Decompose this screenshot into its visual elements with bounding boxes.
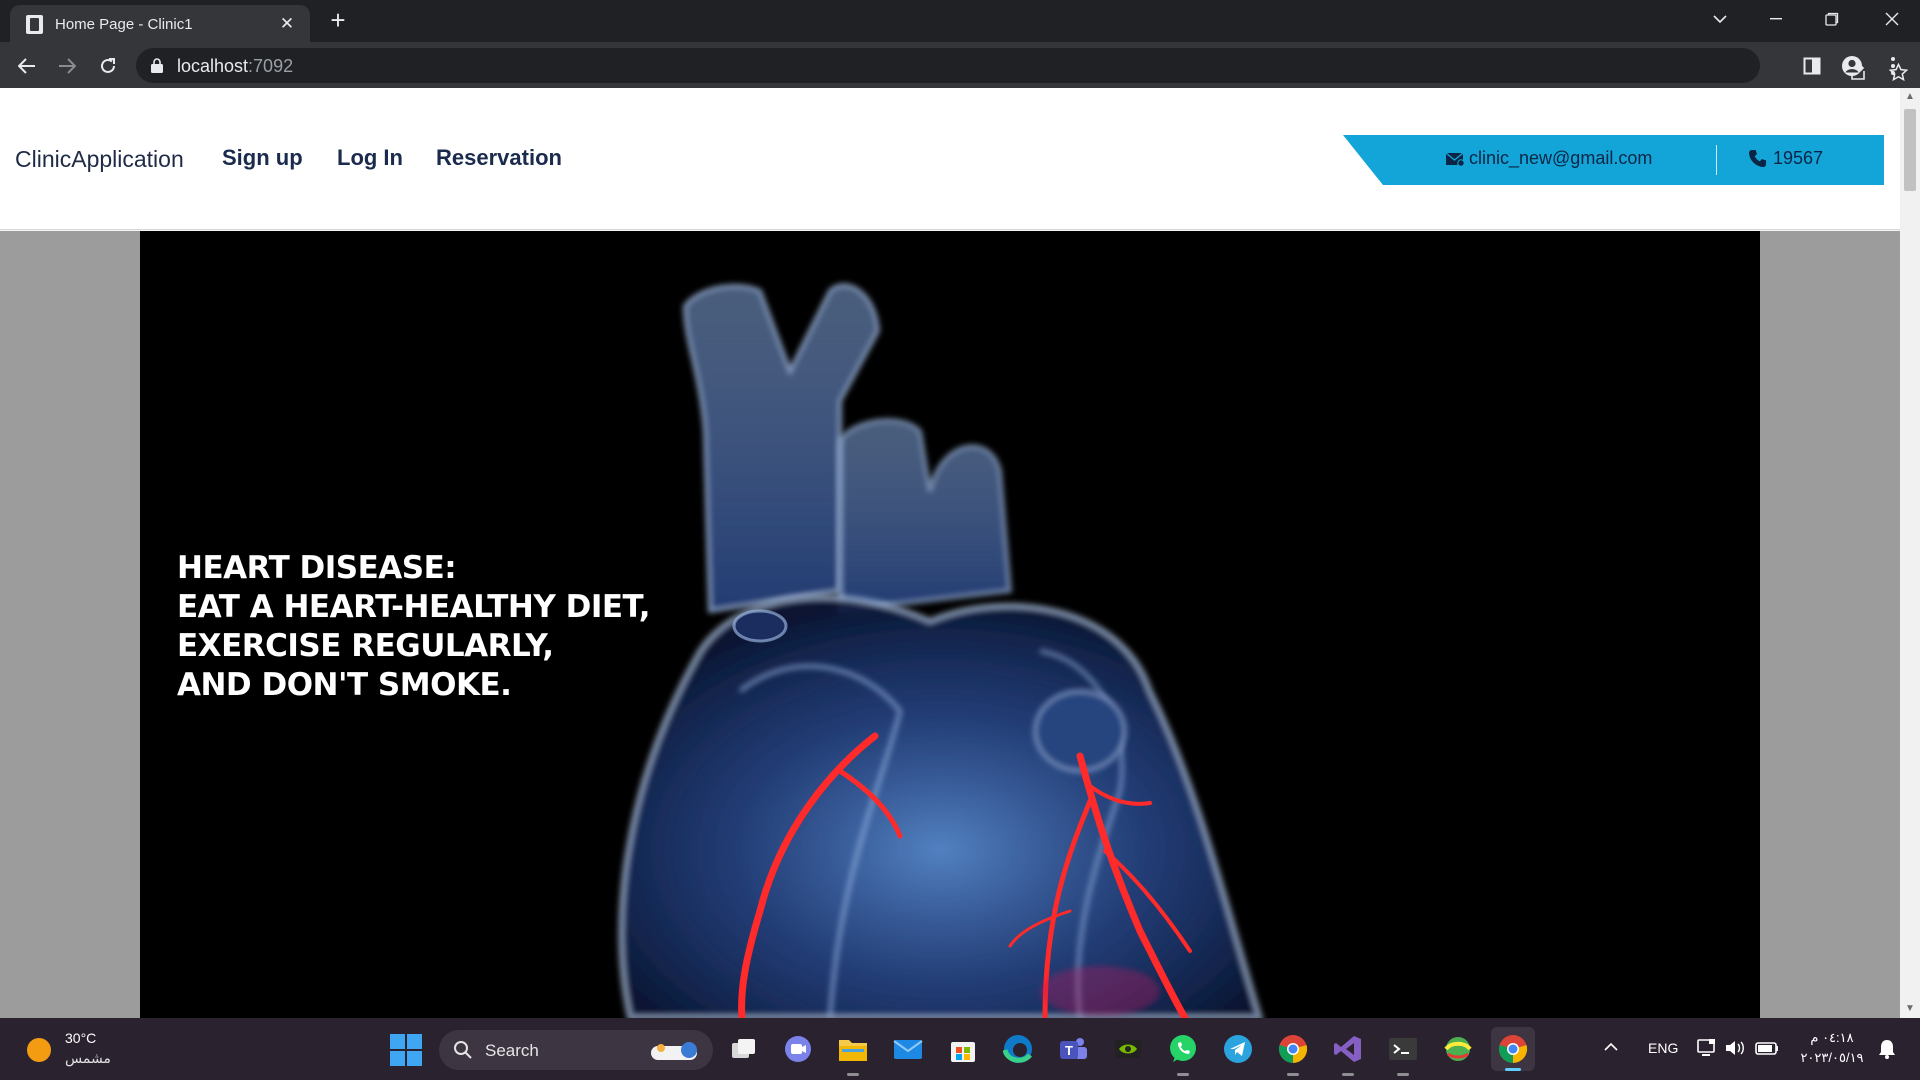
profile-avatar-icon[interactable]: [1835, 49, 1869, 83]
svg-text:T: T: [1065, 1043, 1073, 1058]
contact-phone-text: 19567: [1773, 148, 1824, 168]
volume-icon: [1726, 1041, 1744, 1055]
windows-taskbar: 30°C مشمس Search T ENG ٠٤:١٨ م ٢٠٢٣/٠٥/١…: [0, 1018, 1920, 1080]
window-close-icon[interactable]: [1864, 0, 1920, 38]
clock-time: ٠٤:١٨ م: [1810, 1030, 1854, 1045]
taskbar-search[interactable]: Search: [439, 1030, 713, 1070]
envelope-icon: [1445, 151, 1465, 167]
address-bar[interactable]: localhost:7092: [136, 48, 1908, 83]
earth-app-icon[interactable]: [1441, 1032, 1475, 1066]
search-highlight-icon: [651, 1042, 697, 1060]
contact-bar: clinic_new@gmail.com 19567: [1343, 135, 1884, 185]
nav-link-login[interactable]: Log In: [337, 145, 403, 171]
hero-line: HEART DISEASE:: [177, 550, 457, 586]
brand-link[interactable]: ClinicApplication: [15, 146, 184, 173]
lock-icon[interactable]: [150, 58, 164, 73]
mail-icon[interactable]: [891, 1032, 925, 1066]
side-panel-icon[interactable]: [1795, 49, 1829, 83]
system-clock[interactable]: ٠٤:١٨ م ٢٠٢٣/٠٥/١٩: [1796, 1028, 1868, 1068]
sun-icon: [27, 1038, 51, 1062]
url-text: localhost:7092: [177, 56, 293, 77]
search-icon: [454, 1041, 472, 1059]
network-icon: [1697, 1039, 1715, 1056]
nav-link-signup[interactable]: Sign up: [222, 145, 303, 171]
page-scrollbar[interactable]: ▲ ▼: [1900, 88, 1920, 1018]
browser-toolbar: localhost:7092: [0, 42, 1920, 88]
url-port: :7092: [248, 56, 294, 76]
weather-widget[interactable]: 30°C مشمس: [22, 1026, 132, 1072]
windows-start-icon[interactable]: [390, 1034, 422, 1066]
browser-tab[interactable]: Home Page - Clinic1 ✕: [10, 5, 310, 42]
clock-date: ٢٠٢٣/٠٥/١٩: [1800, 1050, 1864, 1065]
phone-icon: [1748, 149, 1767, 168]
edge-icon[interactable]: [1001, 1032, 1035, 1066]
notification-bell-icon[interactable]: [1876, 1038, 1898, 1060]
chrome-icon[interactable]: [1276, 1032, 1310, 1076]
teams-icon[interactable]: T: [1056, 1032, 1090, 1066]
site-header: ClinicApplication Sign up Log In Reserva…: [0, 88, 1900, 230]
tab-close-icon[interactable]: ✕: [276, 13, 298, 35]
back-arrow-icon[interactable]: [10, 49, 44, 83]
microsoft-store-icon[interactable]: [946, 1032, 980, 1066]
contact-email[interactable]: clinic_new@gmail.com: [1445, 148, 1652, 169]
more-menu-icon[interactable]: [1876, 49, 1910, 83]
window-minimize-icon[interactable]: [1748, 0, 1804, 38]
search-placeholder: Search: [485, 1041, 539, 1060]
terminal-icon[interactable]: [1386, 1032, 1420, 1076]
scroll-thumb[interactable]: [1904, 109, 1916, 191]
url-host: localhost: [177, 56, 249, 76]
browser-tab-strip: Home Page - Clinic1 ✕ +: [0, 0, 1920, 42]
new-tab-button[interactable]: +: [324, 6, 352, 34]
contact-divider: [1716, 145, 1717, 175]
hero-line: AND DON'T SMOKE.: [177, 667, 512, 703]
forward-arrow-icon[interactable]: [50, 49, 84, 83]
tab-title: Home Page - Clinic1: [55, 16, 193, 33]
task-view-icon[interactable]: [727, 1032, 761, 1066]
chrome-icon[interactable]: [1491, 1027, 1535, 1071]
weather-temp: 30°C: [65, 1030, 97, 1046]
tab-search-chevron-icon[interactable]: [1692, 0, 1748, 38]
show-hidden-icons-chevron-icon[interactable]: [1604, 1038, 1618, 1056]
contact-email-text: clinic_new@gmail.com: [1469, 148, 1653, 168]
file-explorer-icon[interactable]: [836, 1032, 870, 1076]
hero-headline: HEART DISEASE: EAT A HEART-HEALTHY DIET,…: [177, 549, 651, 705]
contact-phone[interactable]: 19567: [1748, 148, 1823, 169]
language-indicator[interactable]: ENG: [1648, 1040, 1678, 1056]
hero-line: EAT A HEART-HEALTHY DIET,: [177, 589, 651, 625]
hero-line: EXERCISE REGULARLY,: [177, 628, 554, 664]
telegram-icon[interactable]: [1221, 1032, 1255, 1066]
nav-link-reservation[interactable]: Reservation: [436, 145, 562, 171]
reload-icon[interactable]: [91, 49, 125, 83]
nvidia-icon[interactable]: [1111, 1032, 1145, 1066]
scroll-down-arrow-icon[interactable]: ▼: [1900, 1000, 1920, 1018]
whatsapp-icon[interactable]: [1166, 1032, 1200, 1076]
scroll-up-arrow-icon[interactable]: ▲: [1900, 88, 1920, 106]
page-favicon-icon: [26, 15, 43, 34]
battery-icon: [1755, 1042, 1778, 1055]
weather-condition: مشمس: [65, 1050, 111, 1066]
hero-banner: HEART DISEASE: EAT A HEART-HEALTHY DIET,…: [140, 231, 1760, 1018]
teams-chat-icon[interactable]: [781, 1032, 815, 1066]
page-viewport: ClinicApplication Sign up Log In Reserva…: [0, 88, 1920, 1018]
window-restore-icon[interactable]: [1804, 0, 1860, 38]
system-tray[interactable]: [1696, 1036, 1786, 1060]
visual-studio-icon[interactable]: [1331, 1032, 1365, 1076]
